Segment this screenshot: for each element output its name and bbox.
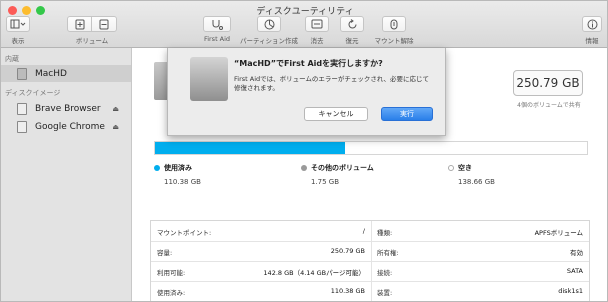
info-icon xyxy=(587,19,597,29)
sidebar-section-internal: 内蔵 xyxy=(5,55,19,63)
eject-icon[interactable]: ⏏ xyxy=(112,123,119,131)
info-column-left: マウントポイント: / 容量: 250.79 GB 利用可能: 142.8 GB（4.… xyxy=(151,221,372,301)
info-row: 使用済み: 110.38 GB xyxy=(157,287,365,297)
info-row: 接続: SATA xyxy=(371,261,589,282)
erase-label: 消去 xyxy=(310,37,324,45)
partition-icon xyxy=(264,19,274,29)
info-row: マウントポイント: / xyxy=(151,221,371,242)
sidebar-item-google-chrome[interactable]: Google Chrome ⏏ xyxy=(1,118,131,135)
remove-volume-icon xyxy=(99,19,109,29)
sidebar-item-label: Brave Browser xyxy=(35,103,101,114)
unmount-label: マウント解除 xyxy=(374,37,414,45)
eject-icon[interactable]: ⏏ xyxy=(112,105,119,113)
dialog-message: First Aidでは、ボリュームのエラーがチェックされ、必要に応じて修復されま… xyxy=(234,75,429,92)
info-label: 情報 xyxy=(585,37,599,45)
unmount-icon xyxy=(390,19,398,29)
cancel-button[interactable]: キャンセル xyxy=(304,107,368,121)
free-color-dot xyxy=(448,165,454,171)
toolbar: ディスクユーティリティ 表示 ボリューム First Aid パーティション作成… xyxy=(1,1,607,48)
legend-used-value: 110.38 GB xyxy=(164,178,201,186)
legend-other-volumes: その他のボリューム xyxy=(301,163,374,173)
info-row: 利用可能: 142.8 GB（4.14 GBパージ可能） xyxy=(151,261,371,282)
internal-disk-icon xyxy=(17,67,27,80)
partition-label: パーティション作成 xyxy=(239,37,299,45)
disk-image-icon xyxy=(17,120,27,133)
sidebar-item-brave-browser[interactable]: Brave Browser ⏏ xyxy=(1,100,131,117)
sidebar-item-label: Google Chrome xyxy=(35,121,105,132)
stethoscope-icon xyxy=(212,19,223,30)
volume-info-table: マウントポイント: / 容量: 250.79 GB 利用可能: 142.8 GB（4.… xyxy=(150,220,590,301)
info-column-right: 種類: APFSボリューム 所有権: 有効 接続: SATA 装置: disk1s1 xyxy=(371,221,589,301)
erase-icon xyxy=(311,19,323,29)
info-row: 種類: APFSボリューム xyxy=(371,221,589,242)
disk-image-icon xyxy=(17,102,27,115)
capacity-display: 250.79 GB xyxy=(513,70,583,96)
disk-utility-window: ディスクユーティリティ 表示 ボリューム First Aid パーティション作成… xyxy=(0,0,608,302)
sidebar: 内蔵 MacHD ディスクイメージ Brave Browser ⏏ Google… xyxy=(1,48,132,301)
sidebar-item-label: MacHD xyxy=(35,68,67,79)
info-row: 容量: 250.79 GB xyxy=(151,241,371,262)
restore-label: 復元 xyxy=(345,37,359,45)
first-aid-confirm-dialog: “MacHD”でFirst Aidを実行しますか? First Aidでは、ボリ… xyxy=(167,48,446,136)
unmount-button[interactable] xyxy=(382,16,406,32)
view-label: 表示 xyxy=(11,37,25,45)
sidebar-section-disk-images: ディスクイメージ xyxy=(5,89,61,97)
usage-bar xyxy=(154,141,588,155)
used-color-dot xyxy=(154,165,160,171)
legend-other-volumes-value: 1.75 GB xyxy=(311,178,340,186)
sidebar-view-icon xyxy=(10,19,26,29)
legend-free-value: 138.66 GB xyxy=(458,178,495,186)
restore-icon xyxy=(348,18,356,28)
dialog-title: “MacHD”でFirst Aidを実行しますか? xyxy=(234,59,383,68)
usage-bar-used-segment xyxy=(155,142,346,154)
partition-button[interactable] xyxy=(257,16,281,32)
capacity-shared-note: 4個のボリュームで共有 xyxy=(517,102,581,109)
other-volumes-color-dot xyxy=(301,165,307,171)
first-aid-button[interactable] xyxy=(203,16,231,32)
info-row: 装置: disk1s1 xyxy=(377,287,583,297)
info-row: 所有権: 有効 xyxy=(371,241,589,262)
add-volume-button[interactable] xyxy=(67,16,92,32)
info-button[interactable] xyxy=(582,16,602,32)
restore-button[interactable] xyxy=(340,16,364,32)
run-button[interactable]: 実行 xyxy=(381,107,433,121)
sidebar-item-machd[interactable]: MacHD xyxy=(1,65,131,82)
legend-free: 空き xyxy=(448,163,472,173)
remove-volume-button[interactable] xyxy=(91,16,117,32)
add-volume-icon xyxy=(75,19,84,29)
legend-used: 使用済み xyxy=(154,163,192,173)
erase-button[interactable] xyxy=(305,16,329,32)
first-aid-label: First Aid xyxy=(203,35,231,43)
hard-drive-icon xyxy=(190,57,228,101)
volume-label: ボリューム xyxy=(75,37,109,45)
view-button[interactable] xyxy=(6,16,30,32)
